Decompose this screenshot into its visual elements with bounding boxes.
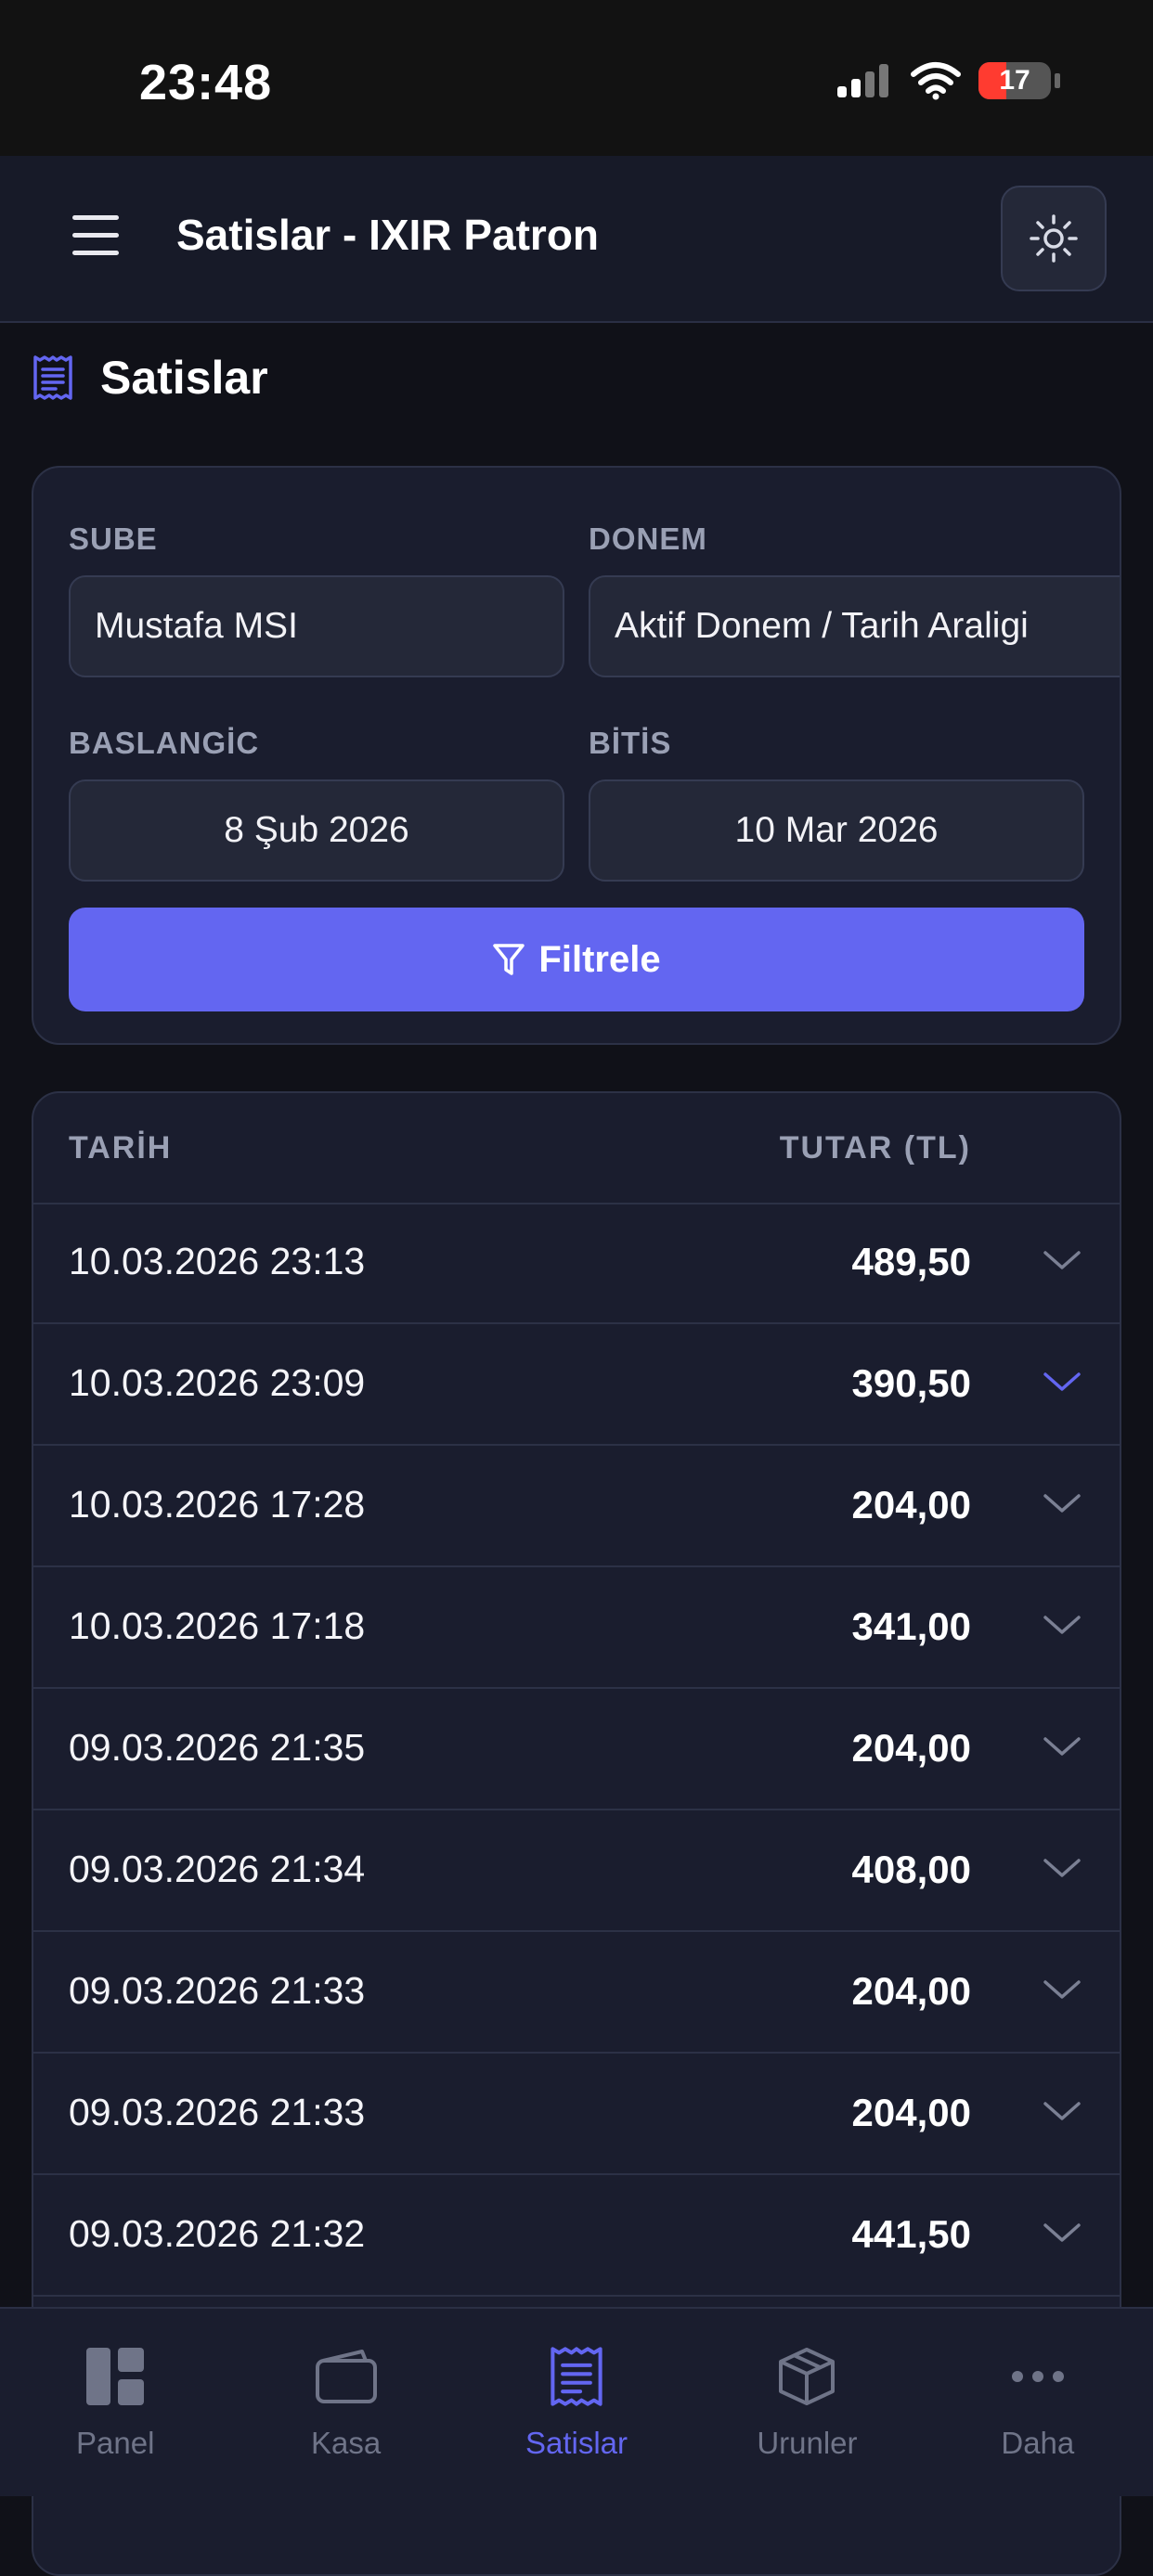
- nav-label-panel: Panel: [76, 2426, 155, 2460]
- chevron-down-icon[interactable]: [1042, 1975, 1082, 2003]
- sale-date: 09.03.2026 21:32: [69, 2212, 366, 2255]
- sale-date: 09.03.2026 21:34: [69, 1848, 366, 1890]
- sale-amount: 489,50: [851, 1240, 971, 1283]
- table-row[interactable]: 09.03.2026 21:32 441,50: [33, 2175, 1120, 2297]
- sale-amount: 441,50: [851, 2212, 971, 2256]
- baslangic-label: BASLANGİC: [69, 726, 260, 760]
- end-date-value: 10 Mar 2026: [734, 810, 939, 850]
- filter-card: SUBE Mustafa MSI DONEM Aktif Donem / Tar…: [32, 466, 1121, 1045]
- chevron-down-icon[interactable]: [1042, 1488, 1082, 1516]
- sale-amount: 204,00: [851, 1726, 971, 1770]
- hamburger-icon: [72, 215, 119, 255]
- sube-label: SUBE: [69, 522, 158, 556]
- status-icons: 17: [836, 61, 1060, 100]
- donem-select[interactable]: Aktif Donem / Tarih Araligi: [589, 575, 1120, 677]
- nav-item-satislar[interactable]: Satislar: [461, 2309, 692, 2496]
- more-icon: [1011, 2371, 1064, 2382]
- receipt-icon: [551, 2347, 602, 2406]
- sale-amount: 204,00: [851, 2091, 971, 2134]
- sale-amount: 204,00: [851, 1969, 971, 2013]
- status-time: 23:48: [139, 55, 273, 110]
- table-row[interactable]: 09.03.2026 21:33 204,00: [33, 2054, 1120, 2175]
- sale-amount: 390,50: [851, 1361, 971, 1405]
- sale-amount: 408,00: [851, 1848, 971, 1891]
- table-row[interactable]: 09.03.2026 21:35 204,00: [33, 1689, 1120, 1810]
- dashboard-icon: [86, 2348, 145, 2405]
- battery-indicator: 17: [978, 62, 1051, 99]
- chevron-down-icon[interactable]: [1042, 2218, 1082, 2246]
- table-row[interactable]: 10.03.2026 23:09 390,50: [33, 1324, 1120, 1446]
- receipt-icon: [33, 355, 72, 400]
- nav-item-daha[interactable]: Daha: [923, 2309, 1153, 2496]
- menu-button[interactable]: [72, 215, 119, 256]
- sube-select[interactable]: Mustafa MSI: [69, 575, 564, 677]
- donem-label: DONEM: [589, 522, 707, 556]
- chevron-down-icon[interactable]: [1042, 2096, 1082, 2124]
- start-date-value: 8 Şub 2026: [224, 810, 409, 850]
- wifi-icon: [911, 62, 961, 100]
- cellular-signal-icon: [837, 64, 888, 97]
- bitis-label: BİTİS: [589, 726, 672, 760]
- nav-label-urunler: Urunler: [757, 2426, 858, 2460]
- table-row[interactable]: 10.03.2026 23:13 489,50: [33, 1203, 1120, 1324]
- sale-date: 09.03.2026 21:33: [69, 1969, 366, 2012]
- sale-date: 10.03.2026 17:18: [69, 1604, 366, 1647]
- filter-button[interactable]: Filtrele: [69, 908, 1084, 1011]
- table-row[interactable]: 10.03.2026 17:18 341,00: [33, 1567, 1120, 1689]
- start-date-field[interactable]: 8 Şub 2026: [69, 779, 564, 882]
- nav-item-kasa[interactable]: Kasa: [230, 2309, 460, 2496]
- sale-date: 10.03.2026 17:28: [69, 1483, 366, 1526]
- battery-tip: [1055, 73, 1060, 88]
- table-row[interactable]: 09.03.2026 21:34 408,00: [33, 1810, 1120, 1932]
- theme-toggle-button[interactable]: [1001, 186, 1107, 291]
- nav-label-kasa: Kasa: [311, 2426, 382, 2460]
- box-icon: [779, 2348, 836, 2405]
- sale-amount: 341,00: [851, 1604, 971, 1648]
- nav-item-panel[interactable]: Panel: [0, 2309, 230, 2496]
- table-row[interactable]: 09.03.2026 21:33 204,00: [33, 1932, 1120, 2054]
- battery-level-text: 17: [999, 65, 1030, 96]
- chevron-down-icon[interactable]: [1042, 1367, 1082, 1395]
- chevron-down-icon[interactable]: [1042, 1853, 1082, 1881]
- column-header-amount: TUTAR (TL): [779, 1130, 971, 1166]
- sale-date: 10.03.2026 23:13: [69, 1240, 366, 1282]
- sale-date: 10.03.2026 23:09: [69, 1361, 366, 1404]
- sale-date: 09.03.2026 21:35: [69, 1726, 366, 1769]
- donem-value: Aktif Donem / Tarih Araligi: [615, 606, 1029, 646]
- table-row[interactable]: 10.03.2026 17:28 204,00: [33, 1446, 1120, 1567]
- nav-label-daha: Daha: [1001, 2426, 1075, 2460]
- wallet-icon: [315, 2350, 377, 2403]
- chevron-down-icon[interactable]: [1042, 1610, 1082, 1638]
- status-bar: 23:48 17: [0, 0, 1153, 156]
- table-header: TARİH TUTAR (TL): [33, 1093, 1120, 1204]
- page-title: Satislar: [100, 352, 268, 404]
- header-title: Satislar - IXIR Patron: [176, 211, 600, 259]
- chevron-down-icon[interactable]: [1042, 1245, 1082, 1273]
- nav-item-urunler[interactable]: Urunler: [692, 2309, 922, 2496]
- sale-date: 09.03.2026 21:33: [69, 2091, 366, 2133]
- bottom-nav: Panel Kasa Satislar Urunler Daha: [0, 2307, 1153, 2496]
- end-date-field[interactable]: 10 Mar 2026: [589, 779, 1084, 882]
- page-heading: Satislar: [32, 351, 268, 405]
- sube-value: Mustafa MSI: [95, 606, 298, 646]
- column-header-date: TARİH: [69, 1130, 173, 1166]
- filter-button-label: Filtrele: [538, 938, 661, 980]
- nav-label-satislar: Satislar: [525, 2426, 628, 2460]
- filter-icon: [493, 944, 525, 975]
- app-header: Satislar - IXIR Patron: [0, 156, 1153, 323]
- sale-amount: 204,00: [851, 1483, 971, 1526]
- sun-icon: [1030, 214, 1078, 263]
- chevron-down-icon[interactable]: [1042, 1732, 1082, 1759]
